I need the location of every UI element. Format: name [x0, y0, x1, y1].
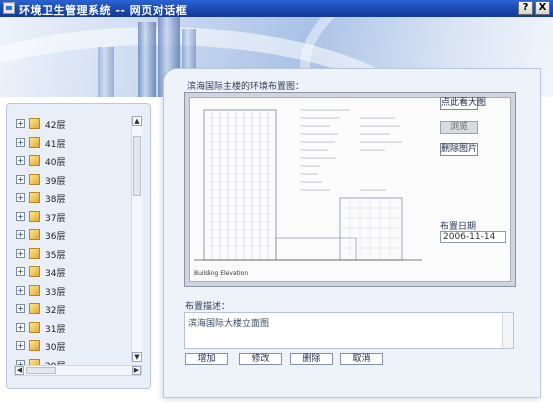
delete-image-button[interactable]: 删除图片 — [440, 143, 478, 156]
tree-item-floor[interactable]: +33层 — [14, 282, 144, 300]
floor-icon — [29, 266, 40, 277]
close-button[interactable]: X — [535, 1, 550, 15]
floor-icon — [29, 136, 40, 148]
tree-item-label: 34层 — [45, 269, 66, 279]
tree-item-floor[interactable]: +38层 — [14, 189, 144, 207]
tree-horizontal-scrollbar[interactable]: ◀ ▶ — [14, 365, 142, 376]
expand-icon[interactable]: + — [16, 193, 25, 202]
scroll-thumb-horizontal[interactable] — [26, 367, 56, 374]
expand-icon[interactable]: + — [16, 174, 25, 184]
expand-icon[interactable]: + — [16, 156, 25, 165]
expand-icon[interactable]: + — [16, 341, 25, 350]
tree-item-label: 37层 — [45, 213, 66, 224]
view-full-image-button[interactable]: 点此看大图 — [440, 97, 486, 110]
drawing-label: Building Elevation — [194, 270, 248, 277]
date-field[interactable]: 2006-11-14 — [440, 231, 506, 243]
floor-icon — [29, 229, 40, 240]
tree-item-label: 30层 — [45, 343, 66, 353]
expand-icon[interactable]: + — [16, 248, 25, 258]
tree-item-floor[interactable]: +32层 — [14, 300, 144, 318]
floor-icon — [29, 192, 40, 203]
floor-icon — [29, 118, 40, 129]
scroll-down-arrow-icon[interactable]: ▼ — [132, 352, 142, 362]
expand-icon[interactable]: + — [16, 267, 25, 276]
description-textarea[interactable]: 滨海国际大楼立面图 — [184, 312, 514, 349]
scroll-right-arrow-icon[interactable]: ▶ — [132, 366, 141, 375]
title-bar: 环境卫生管理系统 -- 网页对话框 ? X — [0, 0, 553, 17]
cancel-button[interactable]: 取消 — [340, 353, 383, 365]
floor-icon — [29, 321, 40, 333]
edit-button[interactable]: 修改 — [239, 353, 282, 365]
scroll-left-arrow-icon[interactable]: ◀ — [15, 366, 24, 375]
floor-icon — [29, 340, 40, 351]
tree-item-floor[interactable]: +37层 — [14, 208, 144, 226]
description-text: 滨海国际大楼立面图 — [188, 319, 270, 329]
scroll-thumb[interactable] — [133, 136, 141, 196]
tree-item-floor[interactable]: +35层 — [14, 245, 144, 263]
tree-item-label: 42层 — [45, 121, 66, 131]
tree-item-floor[interactable]: +42层 — [14, 115, 144, 133]
help-button[interactable]: ? — [518, 1, 533, 15]
tree-item-label: 36层 — [45, 232, 66, 242]
tree-item-label: 35层 — [45, 250, 66, 261]
delete-button[interactable]: 删除 — [290, 353, 333, 365]
browse-button[interactable]: 浏览 — [440, 121, 478, 134]
image-caption: 滨海国际主楼的环境布置图： — [187, 82, 305, 92]
tree-item-floor[interactable]: +34层 — [14, 263, 144, 281]
scroll-up-arrow-icon[interactable]: ▲ — [132, 116, 142, 126]
tree-item-label: 39层 — [45, 176, 66, 187]
window-title: 环境卫生管理系统 -- 网页对话框 — [19, 4, 188, 17]
tree-item-floor[interactable]: +36层 — [14, 226, 144, 244]
expand-icon[interactable]: + — [16, 322, 25, 332]
add-button[interactable]: 增加 — [185, 353, 228, 365]
expand-icon[interactable]: + — [16, 304, 25, 313]
app-icon — [3, 2, 15, 14]
tree-item-floor[interactable]: +30层 — [14, 337, 144, 355]
expand-icon[interactable]: + — [16, 230, 25, 239]
floor-icon — [29, 247, 40, 259]
floor-icon — [29, 210, 40, 222]
floor-list: +42层 +41层 +40层 +39层 +38层 +37层 +36层 +35层 +34层 +33层… — [14, 115, 144, 367]
tree-item-floor[interactable]: +31层 — [14, 319, 144, 337]
tree-vertical-scrollbar[interactable]: ▲ ▼ — [131, 116, 142, 362]
tree-item-label: 31层 — [45, 324, 66, 335]
description-label: 布置描述： — [185, 302, 231, 312]
floor-icon — [29, 155, 40, 166]
tree-item-label: 32层 — [45, 306, 66, 316]
floor-icon — [29, 284, 40, 296]
tree-item-label: 41层 — [45, 139, 66, 150]
expand-icon[interactable]: + — [16, 285, 25, 295]
expand-icon[interactable]: + — [16, 119, 25, 128]
tree-item-label: 33层 — [45, 287, 66, 298]
floor-icon — [29, 303, 40, 314]
tree-item-label: 40层 — [45, 158, 66, 168]
tree-item-label: 38层 — [45, 195, 66, 205]
expand-icon[interactable]: + — [16, 137, 25, 147]
floor-icon — [29, 173, 40, 185]
expand-icon[interactable]: + — [16, 211, 25, 221]
description-scrollbar[interactable] — [502, 313, 513, 348]
tree-item-floor[interactable]: +39层 — [14, 171, 144, 189]
tree-item-floor[interactable]: +41层 — [14, 134, 144, 152]
tree-item-floor[interactable]: +40层 — [14, 152, 144, 170]
